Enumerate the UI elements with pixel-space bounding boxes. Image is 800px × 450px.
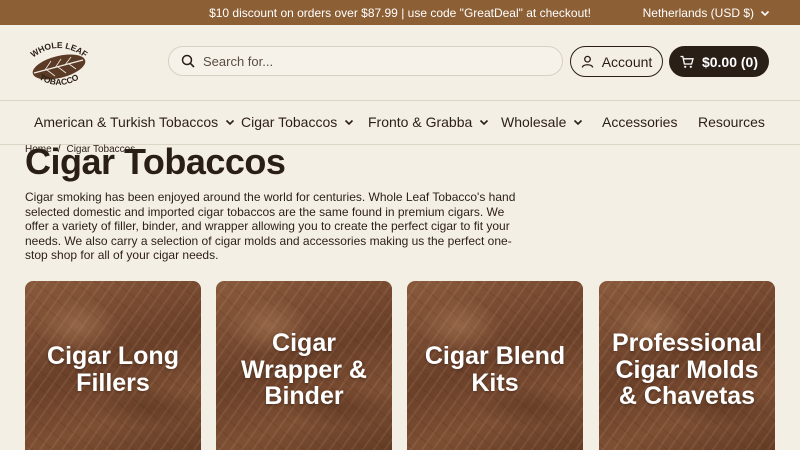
collection-title-line: Wrapper & <box>241 355 367 384</box>
nav-item-accessories[interactable]: Accessories <box>602 114 677 130</box>
chevron-down-icon <box>226 119 235 126</box>
nav-item-american-turkish-tobaccos[interactable]: American & Turkish Tobaccos <box>34 114 235 130</box>
collection-title-line: Cigar <box>272 329 336 357</box>
leaf-logo-icon: WHOLE LEAF TOBACCO <box>29 40 90 87</box>
collection-title-line: Cigar Long <box>47 342 179 370</box>
cart-total: $0.00 (0) <box>701 53 759 70</box>
chevron-down-icon <box>345 119 354 126</box>
breadcrumb-home-link[interactable]: Home <box>25 144 52 155</box>
nav-item-wholesale[interactable]: Wholesale <box>501 114 583 130</box>
collection-title-line: Professional <box>611 329 763 357</box>
breadcrumb-current: Cigar Tobaccos <box>66 144 136 155</box>
nav-item-resources[interactable]: Resources <box>698 114 765 130</box>
nav-item-label: Accessories <box>602 114 678 130</box>
collection-title-line: Kits <box>471 368 519 397</box>
nav-item-cigar-tobaccos[interactable]: Cigar Tobaccos <box>241 114 354 130</box>
main-nav: American & Turkish Tobaccos Cigar Tobacc… <box>0 102 800 144</box>
collection-title-line: Binder <box>264 382 344 410</box>
region-label: Netherlands (USD $) <box>642 6 754 20</box>
collection-title-line: & Chavetas <box>618 382 756 410</box>
site-header: WHOLE LEAF TOBACCO Account $0.00 (0) <box>0 25 800 101</box>
search-bar[interactable] <box>168 46 563 76</box>
user-icon <box>581 55 593 68</box>
region-selector[interactable]: Netherlands (USD $) <box>643 6 770 20</box>
cart-icon <box>680 55 694 68</box>
collection-card-professional-cigar-molds[interactable]: Professional Cigar Molds & Chavetas <box>599 281 775 450</box>
account-label: Account <box>601 53 653 70</box>
header-divider <box>0 100 800 101</box>
nav-item-label: Cigar Tobaccos <box>241 114 338 130</box>
account-button[interactable]: Account <box>570 46 663 77</box>
announcement-bar: $10 discount on orders over $87.99 | use… <box>0 0 800 25</box>
nav-item-label: Resources <box>698 114 765 130</box>
collection-title-line: Fillers <box>76 368 150 397</box>
chevron-down-icon <box>480 119 489 126</box>
search-icon <box>181 54 195 68</box>
collection-title-line: Cigar Blend <box>424 342 566 370</box>
collection-card-cigar-blend-kits[interactable]: Cigar Blend Kits <box>407 281 583 450</box>
chevron-down-icon <box>760 10 770 17</box>
nav-item-label: Fronto & Grabba <box>368 114 473 130</box>
page-description: Cigar smoking has been enjoyed around th… <box>25 190 516 263</box>
chevron-down-icon <box>574 119 583 126</box>
collection-card-title: Cigar Blend Kits <box>407 343 583 396</box>
nav-item-label: Wholesale <box>501 114 567 130</box>
cart-button[interactable]: $0.00 (0) <box>669 46 769 77</box>
collection-card-title: Cigar Wrapper & Binder <box>216 330 392 410</box>
collection-card-title: Cigar Long Fillers <box>25 343 201 396</box>
breadcrumb: Home / Cigar Tobaccos <box>25 144 135 155</box>
collection-card-title: Professional Cigar Molds & Chavetas <box>599 330 775 410</box>
breadcrumb-separator: / <box>57 144 61 155</box>
search-input[interactable] <box>203 53 543 69</box>
collection-card-cigar-wrapper-binder[interactable]: Cigar Wrapper & Binder <box>216 281 392 450</box>
nav-item-fronto-grabba[interactable]: Fronto & Grabba <box>368 114 489 130</box>
site-logo[interactable]: WHOLE LEAF TOBACCO <box>25 37 93 89</box>
collection-card-cigar-long-fillers[interactable]: Cigar Long Fillers <box>25 281 201 450</box>
collection-title-line: Cigar Molds <box>615 355 759 384</box>
nav-item-label: American & Turkish Tobaccos <box>34 114 219 130</box>
